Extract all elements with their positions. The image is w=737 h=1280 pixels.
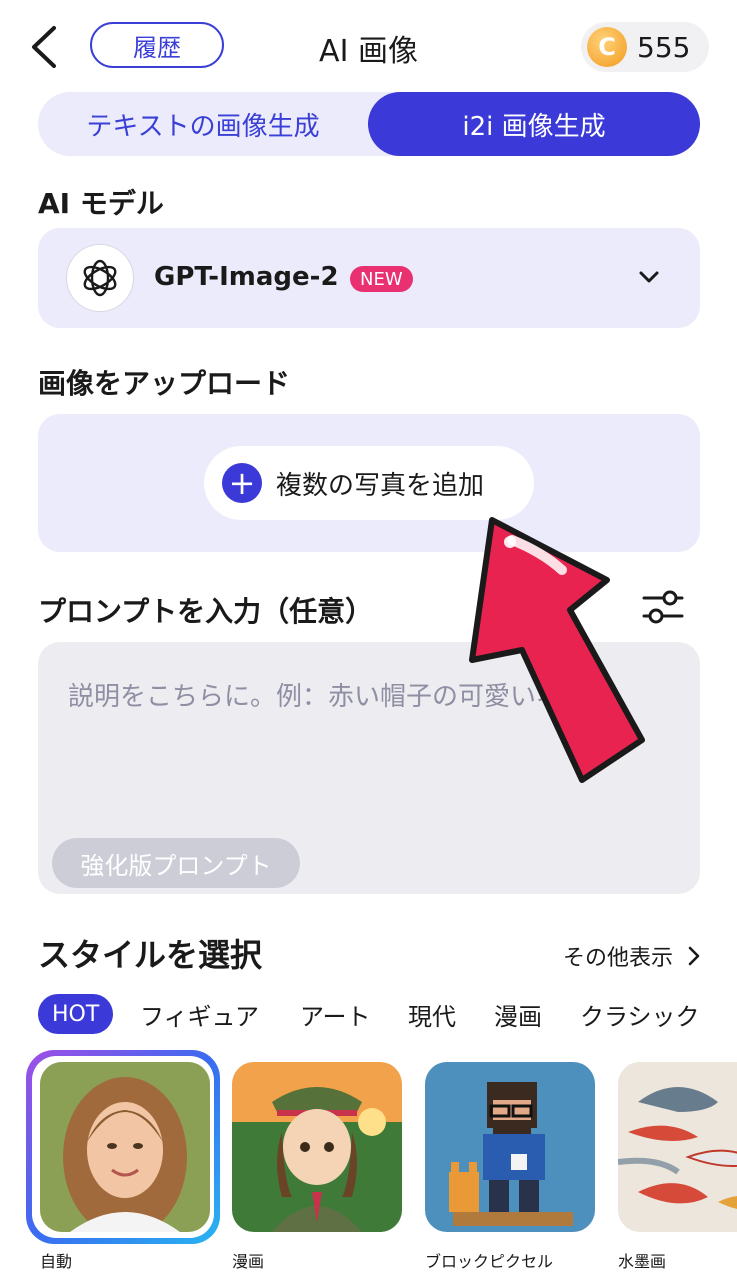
chevron-right-icon bbox=[688, 946, 700, 966]
chevron-down-icon[interactable] bbox=[638, 266, 660, 288]
category-classic[interactable]: クラシック bbox=[580, 994, 700, 1034]
category-hot[interactable]: HOT bbox=[38, 994, 114, 1034]
add-photos-label: 複数の写真を追加 bbox=[276, 470, 485, 501]
category-manga[interactable]: 漫画 bbox=[494, 994, 542, 1034]
category-modern[interactable]: 現代 bbox=[408, 994, 456, 1034]
portrait-image bbox=[40, 1062, 210, 1232]
style-label-manga: 漫画 bbox=[232, 1252, 265, 1271]
style-thumb-manga[interactable] bbox=[232, 1062, 402, 1232]
upload-section-label: 画像をアップロード bbox=[38, 367, 291, 400]
tab-image-to-image[interactable]: i2i 画像生成 bbox=[368, 92, 700, 156]
history-button[interactable]: 履歴 bbox=[90, 22, 224, 68]
plus-icon: + bbox=[222, 463, 262, 503]
pointer-arrow-overlay bbox=[469, 517, 645, 783]
enhance-prompt-button[interactable]: 強化版プロンプト bbox=[52, 838, 300, 888]
styles-title: スタイルを選択 bbox=[38, 936, 263, 974]
category-figure[interactable]: フィギュア bbox=[140, 994, 259, 1034]
style-thumb-auto[interactable] bbox=[40, 1062, 210, 1232]
pixel-figure-image bbox=[425, 1062, 595, 1232]
style-category-tabs: HOT フィギュア アート 現代 漫画 クラシック bbox=[38, 994, 737, 1034]
show-more-link[interactable]: その他表示 bbox=[563, 940, 701, 972]
new-badge: NEW bbox=[350, 266, 413, 292]
style-thumb-block-pixel[interactable] bbox=[425, 1062, 595, 1232]
style-label-ink-painting: 水墨画 bbox=[618, 1252, 667, 1271]
tab-text-to-image[interactable]: テキストの画像生成 bbox=[38, 92, 368, 156]
style-label-auto: 自動 bbox=[40, 1252, 73, 1271]
model-selector[interactable]: GPT-Image-2 NEW bbox=[38, 228, 700, 328]
back-arrow-icon[interactable] bbox=[26, 24, 66, 70]
mode-tabs: テキストの画像生成 i2i 画像生成 bbox=[38, 92, 700, 156]
coin-icon: C bbox=[587, 27, 627, 67]
koi-ink-image bbox=[618, 1062, 737, 1232]
header: 履歴 AI 画像 C 555 bbox=[0, 0, 737, 92]
coin-balance[interactable]: C 555 bbox=[581, 22, 709, 72]
openai-logo-icon bbox=[66, 244, 134, 312]
style-label-block-pixel: ブロックピクセル bbox=[425, 1252, 554, 1271]
model-name: GPT-Image-2 bbox=[154, 262, 339, 292]
prompt-section-label: プロンプトを入力（任意） bbox=[38, 595, 374, 628]
anime-soldier-image bbox=[232, 1062, 402, 1232]
openai-knot-icon bbox=[83, 259, 117, 297]
show-more-label: その他表示 bbox=[562, 946, 673, 971]
category-art[interactable]: アート bbox=[300, 994, 371, 1034]
coin-count: 555 bbox=[637, 30, 691, 64]
model-section-label: AI モデル bbox=[38, 187, 164, 220]
style-thumb-ink-painting[interactable] bbox=[618, 1062, 737, 1232]
